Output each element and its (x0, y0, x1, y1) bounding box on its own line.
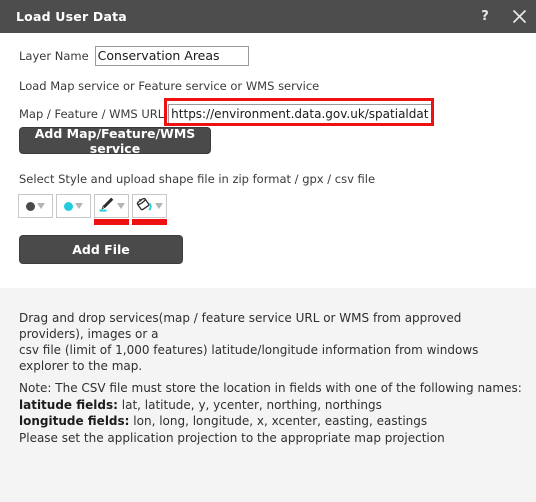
line-style-picker[interactable] (94, 194, 129, 218)
service-url-wrapper (164, 98, 435, 126)
note-latitude-label: latitude fields: (19, 397, 118, 412)
note-longitude-values: lon, long, longitude, x, xcenter, eastin… (129, 414, 428, 428)
csv-note-block: Note: The CSV file must store the locati… (19, 380, 522, 446)
drag-drop-line-1: Drag and drop services(map / feature ser… (19, 311, 462, 341)
service-url-input[interactable] (168, 104, 433, 124)
line-style-picker-cell (94, 194, 129, 225)
note-latitude-line: latitude fields: lat, latitude, y, ycent… (19, 397, 519, 414)
note-longitude-label: longitude fields: (19, 414, 130, 428)
close-button[interactable] (502, 0, 536, 33)
paint-bucket-icon (136, 196, 153, 217)
point-color-picker-cell (56, 194, 91, 218)
filled-circle-icon (26, 201, 35, 211)
layer-name-row: Layer Name (19, 46, 249, 66)
pen-marker-icon (98, 196, 115, 217)
help-button[interactable]: ? (468, 0, 502, 33)
note-line-4: Please set the application projection to… (19, 430, 445, 445)
fill-color-highlight-underline (132, 219, 167, 225)
load-user-data-dialog: Load User Data ? Layer Name Load Map ser… (0, 0, 536, 502)
point-symbol-picker[interactable] (18, 194, 53, 218)
add-map-feature-wms-service-button[interactable]: Add Map/Feature/WMS service (19, 126, 211, 156)
note-latitude-values: lat, latitude, y, ycenter, northing, nor… (117, 397, 382, 412)
chevron-down-icon (75, 203, 83, 209)
layer-name-input[interactable] (94, 46, 249, 66)
fill-color-picker[interactable] (132, 194, 167, 218)
service-url-row: Map / Feature / WMS URL (19, 98, 435, 126)
point-color-picker[interactable] (56, 194, 91, 218)
point-symbol-picker-cell (18, 194, 53, 218)
drag-drop-line-2: csv file (limit of 1,000 features) latit… (19, 343, 479, 373)
style-hint-text: Select Style and upload shape file in zi… (19, 172, 376, 186)
style-picker-row (18, 194, 170, 225)
filled-circle-icon (64, 201, 73, 211)
close-icon (512, 9, 527, 24)
question-mark-icon: ? (481, 9, 489, 24)
note-line-1: Note: The CSV file must store the locati… (19, 381, 522, 395)
chevron-down-icon (117, 203, 125, 209)
chevron-down-icon (155, 203, 163, 209)
add-file-button[interactable]: Add File (19, 235, 183, 264)
service-url-label: Map / Feature / WMS URL (19, 106, 165, 121)
services-hint-text: Load Map service or Feature service or W… (19, 79, 320, 93)
dialog-titlebar: Load User Data ? (0, 0, 536, 33)
dialog-content: Layer Name Load Map service or Feature s… (0, 33, 536, 502)
note-longitude-line: longitude fields: lon, long, longitude, … (19, 413, 519, 430)
drag-drop-instructions: Drag and drop services(map / feature ser… (19, 310, 519, 374)
dialog-title: Load User Data (16, 9, 127, 24)
chevron-down-icon (37, 203, 45, 209)
layer-name-label: Layer Name (19, 49, 89, 63)
fill-color-picker-cell (132, 194, 167, 225)
line-style-highlight-underline (94, 219, 129, 225)
